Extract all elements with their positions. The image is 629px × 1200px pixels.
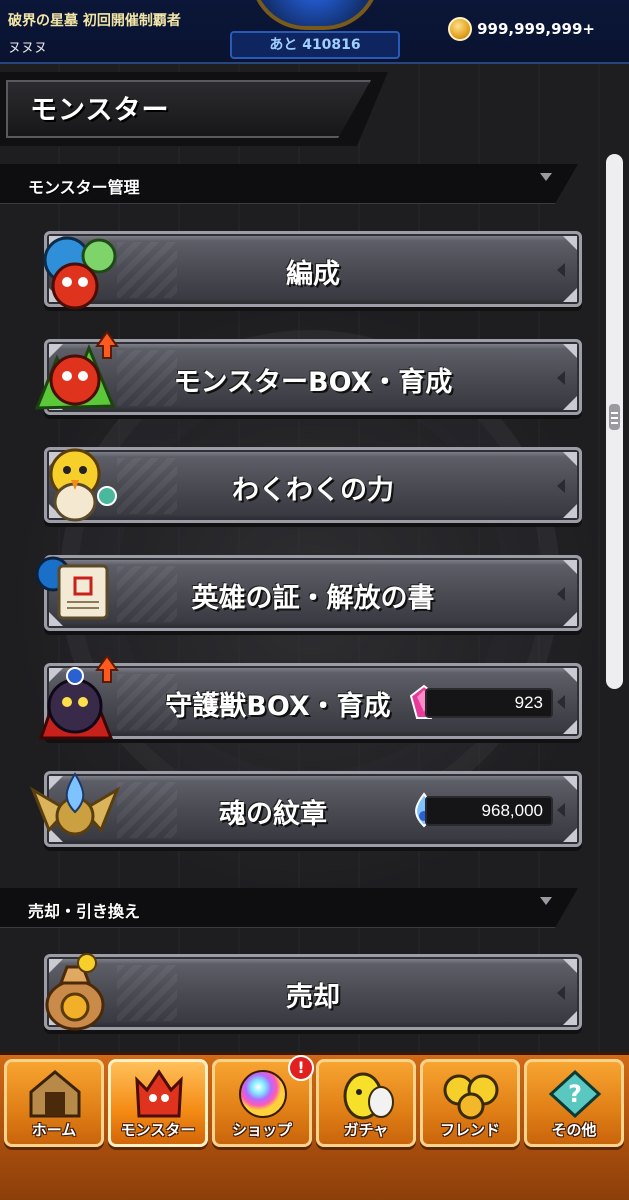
soul-emblem-button[interactable]: 魂の紋章 968,000	[29, 771, 582, 847]
home-icon	[29, 1070, 81, 1118]
top-status-bar: 破界の星墓 初回開催制覇者 ヌヌヌ あと 410816 999,999,999+	[0, 0, 629, 64]
tab-friend[interactable]: フレンド	[420, 1059, 520, 1147]
page-title: モンスター	[30, 95, 170, 126]
chevron-down-icon	[540, 897, 552, 905]
svg-text:?: ?	[568, 1080, 582, 1108]
hero-proof-button[interactable]: 英雄の証・解放の書	[35, 555, 582, 631]
coin-display[interactable]: 999,999,999+	[448, 17, 595, 41]
monster-icon	[135, 1069, 183, 1118]
chevron-left-icon	[557, 479, 565, 493]
section-title: モンスター管理	[28, 178, 140, 197]
formation-label: 編成	[286, 259, 340, 290]
sell-label: 売却	[286, 982, 340, 1013]
tab-other-label: その他	[551, 1121, 597, 1139]
coin-value: 999,999,999+	[477, 20, 595, 38]
gacha-egg-icon	[343, 1072, 394, 1120]
hero-proof-label: 英雄の証・解放の書	[191, 583, 435, 614]
tab-friend-label: フレンド	[439, 1121, 500, 1139]
tab-home-label: ホーム	[31, 1121, 77, 1139]
sell-button[interactable]: 売却	[44, 953, 582, 1031]
chevron-left-icon	[557, 263, 565, 277]
scrollbar-thumb[interactable]	[609, 404, 620, 430]
guardian-count: 923	[425, 688, 553, 718]
chevron-left-icon	[557, 695, 565, 709]
tab-monster[interactable]: モンスター	[108, 1059, 208, 1147]
stamina-emblem[interactable]	[250, 0, 380, 30]
monster-box-button[interactable]: モンスターBOX・育成	[34, 330, 582, 415]
player-name: ヌヌヌ	[8, 41, 48, 56]
section-title: 売却・引き換え	[28, 902, 141, 921]
notification-badge: !	[288, 1055, 314, 1081]
friends-icon	[443, 1074, 499, 1120]
rainbow-orb-icon	[239, 1070, 287, 1118]
tab-shop-label: ショップ	[231, 1121, 292, 1139]
tab-monster-label: モンスター	[120, 1121, 196, 1139]
soul-count: 968,000	[425, 796, 553, 826]
formation-button[interactable]: 編成	[43, 231, 582, 310]
chevron-left-icon	[557, 587, 565, 601]
tab-gacha[interactable]: ガチャ	[316, 1059, 416, 1147]
wakuwaku-button[interactable]: わくわくの力	[44, 447, 582, 523]
tab-other[interactable]: ? その他	[524, 1059, 624, 1147]
tab-gacha-label: ガチャ	[343, 1121, 389, 1139]
chevron-left-icon	[557, 371, 565, 385]
chevron-left-icon	[557, 803, 565, 817]
remaining-counter: あと 410816	[230, 31, 400, 59]
chevron-left-icon	[557, 986, 565, 1000]
wakuwaku-label: わくわくの力	[232, 475, 394, 506]
monster-box-label: モンスターBOX・育成	[173, 367, 453, 398]
coin-icon	[448, 17, 473, 41]
player-title: 破界の星墓 初回開催制覇者	[8, 13, 181, 29]
question-mark-icon: ?	[548, 1069, 602, 1119]
guardian-box-button[interactable]: 守護獣BOX・育成 923	[38, 654, 582, 740]
chevron-down-icon	[540, 173, 552, 181]
tab-home[interactable]: ホーム	[4, 1059, 104, 1147]
